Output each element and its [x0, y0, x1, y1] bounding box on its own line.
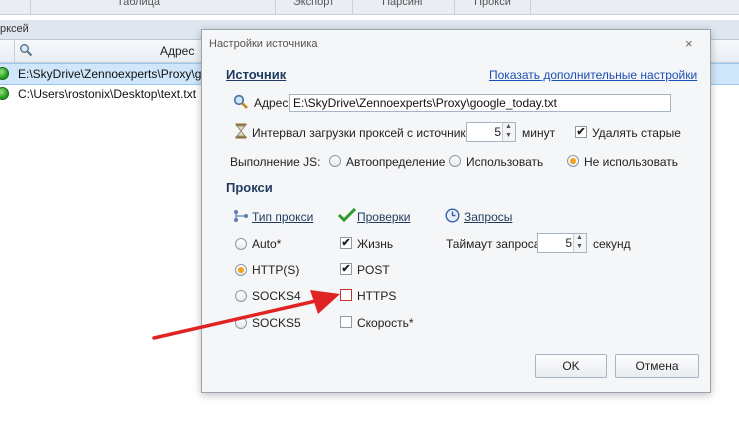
- tab-parsing[interactable]: Парсинг: [352, 0, 453, 14]
- type-auto-radio[interactable]: [235, 238, 247, 250]
- js-auto-label: Автоопределение: [346, 155, 446, 169]
- js-dont-use-radio[interactable]: [567, 155, 579, 167]
- proxy-heading: Прокси: [226, 180, 273, 195]
- js-label: Выполнение JS:: [230, 155, 321, 169]
- interval-label: Интервал загрузки проксей с источника:: [252, 126, 476, 140]
- interval-stepper[interactable]: 5 ▲ ▼: [466, 122, 516, 142]
- delete-old-checkbox[interactable]: ✔: [575, 126, 587, 138]
- type-http-radio[interactable]: [235, 264, 247, 276]
- hourglass-icon: [235, 123, 247, 142]
- address-column-header[interactable]: Адрес: [160, 44, 194, 58]
- address-label: Адрес: [254, 96, 289, 110]
- js-dont-use-label: Не использовать: [584, 155, 678, 169]
- source-heading: Источник: [226, 67, 287, 82]
- tab-table[interactable]: Таблица: [30, 0, 246, 14]
- cancel-button[interactable]: Отмена: [615, 354, 699, 378]
- type-http-label: HTTP(S): [252, 263, 300, 277]
- js-auto-radio[interactable]: [329, 155, 341, 167]
- check-speed-label: Скорость*: [357, 316, 414, 330]
- check-alive-checkbox[interactable]: ✔: [340, 237, 352, 249]
- ok-button[interactable]: OK: [535, 354, 607, 378]
- proxy-type-icon: [233, 209, 249, 226]
- top-tab-bar: Таблица Экспорт Парсинг Прокси: [0, 0, 739, 15]
- requests-link[interactable]: Запросы: [464, 210, 512, 224]
- address-input[interactable]: E:\SkyDrive\Zennoexperts\Proxy\google_to…: [289, 94, 671, 112]
- status-ok-icon: [0, 67, 9, 80]
- red-arrow-annotation: [150, 288, 350, 347]
- search-icon[interactable]: [19, 43, 33, 60]
- row-address: C:\Users\rostonix\Desktop\text.txt: [18, 87, 197, 101]
- check-alive-label: Жизнь: [357, 237, 394, 251]
- stepper-arrows[interactable]: ▲ ▼: [502, 123, 515, 141]
- close-icon[interactable]: ×: [685, 36, 693, 51]
- delete-old-label: Удалять старые: [592, 126, 681, 140]
- js-use-radio[interactable]: [449, 155, 461, 167]
- section-label: рксей: [0, 23, 29, 35]
- timeout-value: 5: [565, 236, 572, 250]
- interval-value: 5: [494, 125, 501, 139]
- interval-unit: минут: [522, 126, 556, 140]
- check-post-label: POST: [357, 263, 390, 277]
- column-separator: [14, 40, 15, 62]
- tab-export[interactable]: Экспорт: [275, 0, 351, 14]
- timeout-stepper[interactable]: 5 ▲ ▼: [537, 233, 587, 253]
- row-address: E:\SkyDrive\Zennoexperts\Proxy\goog: [18, 67, 222, 81]
- check-https-label: HTTPS: [357, 289, 397, 303]
- js-use-label: Использовать: [466, 155, 544, 169]
- clock-icon: [445, 208, 460, 226]
- proxy-type-link[interactable]: Тип прокси: [252, 210, 313, 224]
- timeout-unit: секунд: [593, 237, 631, 251]
- type-auto-label: Auto*: [252, 237, 282, 251]
- check-post-checkbox[interactable]: ✔: [340, 263, 352, 275]
- checkmark-icon: [337, 207, 357, 225]
- show-more-settings-link[interactable]: Показать дополнительные настройки: [489, 68, 697, 82]
- status-ok-icon: [0, 87, 9, 100]
- tab-proxy[interactable]: Прокси: [454, 0, 531, 14]
- stepper-arrows[interactable]: ▲ ▼: [573, 234, 586, 252]
- timeout-label: Таймаут запроса: [446, 237, 541, 251]
- dialog-title: Настройки источника: [209, 38, 318, 50]
- checks-link[interactable]: Проверки: [357, 210, 411, 224]
- magnifier-icon: [233, 94, 249, 113]
